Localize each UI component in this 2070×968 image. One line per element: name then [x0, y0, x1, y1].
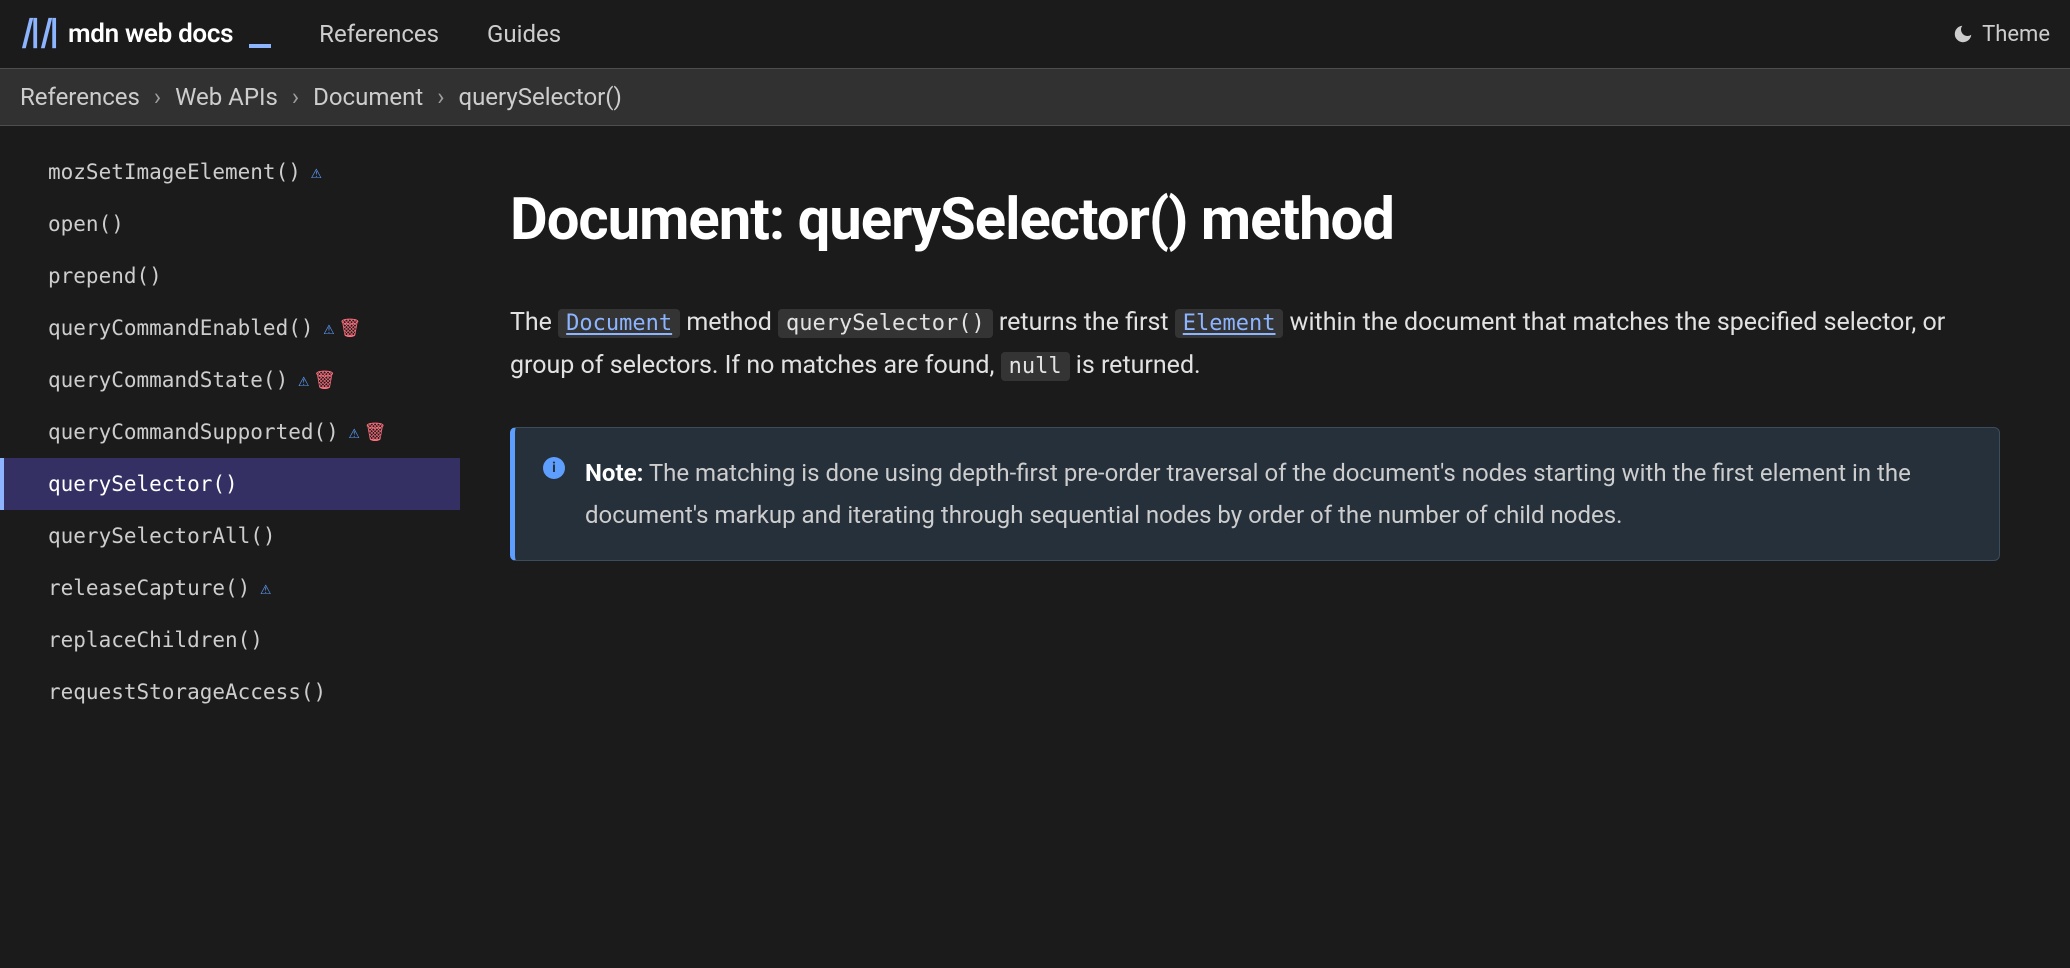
trash-icon: 🗑	[364, 422, 387, 443]
sidebar-item[interactable]: queryCommandState() ⚠🗑	[0, 354, 460, 406]
breadcrumb-references[interactable]: References	[20, 83, 140, 111]
sidebar-item[interactable]: releaseCapture() ⚠	[0, 562, 460, 614]
main-content: Document: querySelector() method The Doc…	[460, 126, 2060, 738]
logo[interactable]: mdn web docs	[20, 16, 271, 52]
breadcrumb-current[interactable]: querySelector()	[458, 83, 621, 111]
sidebar-item[interactable]: open()	[0, 198, 460, 250]
info-icon: i	[543, 457, 565, 479]
sidebar-item[interactable]: querySelector()	[0, 458, 460, 510]
sidebar-item[interactable]: queryCommandEnabled() ⚠🗑	[0, 302, 460, 354]
element-link[interactable]: Element	[1175, 309, 1284, 338]
note-body: The matching is done using depth-first p…	[585, 459, 1911, 529]
sidebar-item[interactable]: replaceChildren()	[0, 614, 460, 666]
note-text: Note: The matching is done using depth-f…	[585, 452, 1971, 536]
sidebar-item-label: querySelector()	[48, 472, 238, 496]
null-code: null	[1001, 352, 1070, 381]
sidebar-item-label: requestStorageAccess()	[48, 680, 326, 704]
sidebar: mozSetImageElement() ⚠ open() prepend() quer…	[0, 126, 460, 738]
warning-icon: ⚠	[349, 422, 360, 443]
sidebar-item[interactable]: mozSetImageElement() ⚠	[0, 146, 460, 198]
warning-icon: ⚠	[260, 578, 271, 599]
logo-text: mdn web docs	[68, 19, 233, 49]
note-box: i Note: The matching is done using depth…	[510, 427, 2000, 561]
trash-icon: 🗑	[313, 370, 336, 391]
note-label: Note:	[585, 459, 643, 487]
method-name-code: querySelector()	[778, 309, 993, 338]
warning-icon: ⚠	[311, 162, 322, 183]
sidebar-item-label: prepend()	[48, 264, 162, 288]
trash-icon: 🗑	[338, 318, 361, 339]
sidebar-item-label: queryCommandSupported()	[48, 420, 339, 444]
page-title: Document: querySelector() method	[510, 186, 2000, 254]
sidebar-item[interactable]: querySelectorAll()	[0, 510, 460, 562]
main-nav: References Guides	[319, 20, 561, 48]
sidebar-item-label: queryCommandState()	[48, 368, 288, 392]
sidebar-item-label: open()	[48, 212, 124, 236]
theme-label: Theme	[1982, 22, 2050, 47]
breadcrumb-web-apis[interactable]: Web APIs	[175, 83, 278, 111]
sidebar-item[interactable]: queryCommandSupported() ⚠🗑	[0, 406, 460, 458]
sidebar-item-label: querySelectorAll()	[48, 524, 276, 548]
warning-icon: ⚠	[298, 370, 309, 391]
breadcrumb-document[interactable]: Document	[313, 83, 423, 111]
nav-references[interactable]: References	[319, 20, 439, 48]
sidebar-item-label: releaseCapture()	[48, 576, 250, 600]
document-link[interactable]: Document	[558, 309, 680, 338]
mdn-logo-icon	[20, 16, 58, 52]
sidebar-item[interactable]: requestStorageAccess()	[0, 666, 460, 718]
intro-paragraph: The Document method querySelector() retu…	[510, 302, 2000, 387]
breadcrumb: References › Web APIs › Document › query…	[0, 69, 2070, 126]
theme-toggle[interactable]: Theme	[1952, 22, 2050, 47]
sidebar-item[interactable]: prepend()	[0, 250, 460, 302]
chevron-right-icon: ›	[154, 83, 161, 111]
logo-cursor	[249, 44, 271, 48]
chevron-right-icon: ›	[292, 83, 299, 111]
moon-icon	[1952, 23, 1974, 45]
site-header: mdn web docs References Guides Theme	[0, 0, 2070, 69]
sidebar-item-label: mozSetImageElement()	[48, 160, 301, 184]
nav-guides[interactable]: Guides	[487, 20, 561, 48]
sidebar-item-label: queryCommandEnabled()	[48, 316, 314, 340]
warning-icon: ⚠	[324, 318, 335, 339]
sidebar-item-label: replaceChildren()	[48, 628, 263, 652]
chevron-right-icon: ›	[437, 83, 444, 111]
